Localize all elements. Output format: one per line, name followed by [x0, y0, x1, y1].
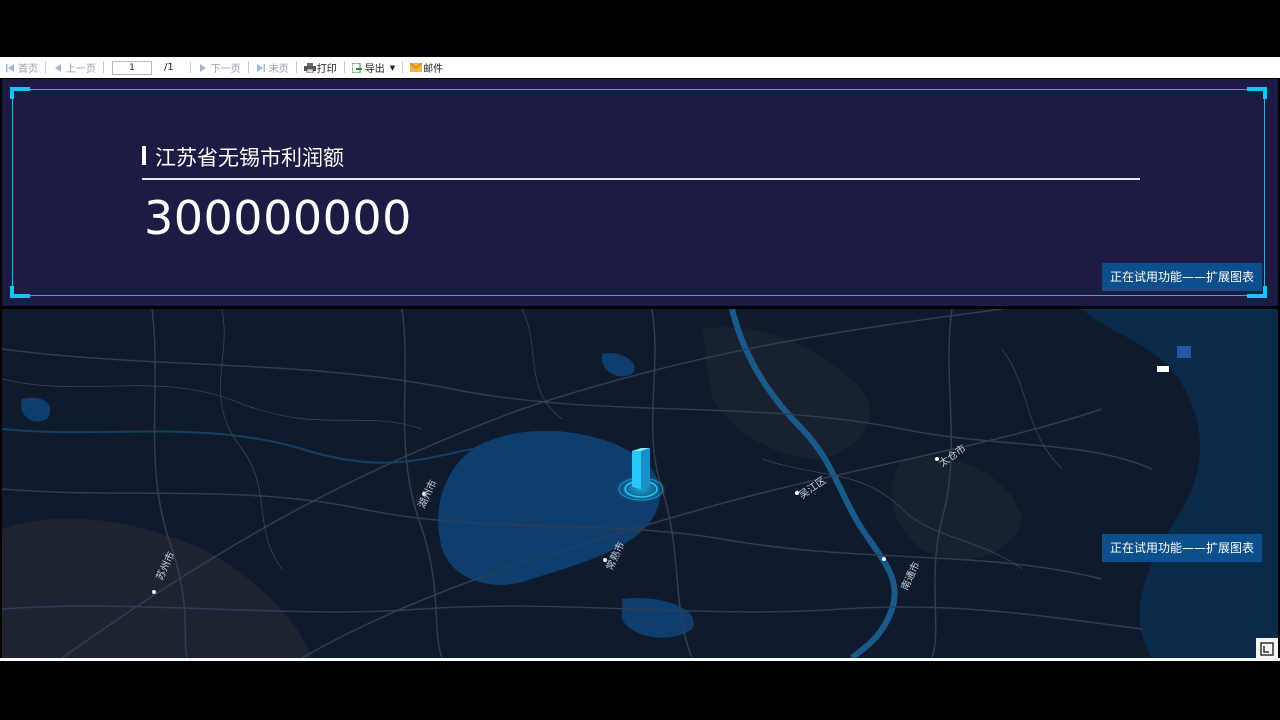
- lake-small: [601, 353, 635, 377]
- first-page-icon: [5, 63, 15, 73]
- toolbar-divider: [189, 62, 191, 73]
- next-page-icon: [198, 63, 208, 73]
- mail-button[interactable]: 邮件: [405, 57, 448, 78]
- page-number-input[interactable]: [112, 60, 152, 75]
- boundary: [1001, 348, 1063, 470]
- city-label: 南通市: [898, 560, 922, 593]
- kpi-title: 江苏省无锡市利润额: [155, 146, 344, 170]
- print-button[interactable]: 打印: [299, 57, 342, 78]
- frame-corner: [1247, 87, 1267, 99]
- printer-icon: [303, 62, 316, 73]
- last-page-label: 末页: [268, 64, 289, 75]
- toolbar-divider: [247, 62, 249, 73]
- next-page-label: 下一页: [210, 64, 241, 75]
- print-label: 打印: [316, 64, 337, 75]
- lake-small: [21, 397, 51, 422]
- trial-feature-badge[interactable]: 正在试用功能——扩展图表: [1101, 263, 1262, 291]
- logo-button[interactable]: [1256, 638, 1278, 660]
- city-label: 吴江区: [797, 474, 828, 501]
- trial-feature-badge-map[interactable]: 正在试用功能——扩展图表: [1101, 534, 1262, 562]
- profit-bar-front: [632, 451, 641, 489]
- last-page-icon: [256, 63, 266, 73]
- frame-corner: [10, 87, 30, 99]
- city-label: 湖州市: [415, 478, 439, 511]
- mail-icon: [409, 62, 423, 73]
- map-view[interactable]: 苏州市 湖州市 常熟市 南通市 吴江区 太仓市: [2, 309, 1278, 658]
- bottom-border: [0, 658, 1280, 661]
- map-canvas: 苏州市 湖州市 常熟市 南通市 吴江区 太仓市: [2, 309, 1278, 658]
- export-button[interactable]: 导出 ▼: [347, 57, 400, 78]
- prev-page-label: 上一页: [66, 64, 96, 75]
- first-page-label: 首页: [18, 64, 38, 75]
- map-marker: [1177, 346, 1191, 358]
- lake-small: [622, 598, 694, 638]
- title-accent-bar: [142, 146, 146, 165]
- kpi-panel: 江苏省无锡市利润额 300000000 正在试用功能——扩展图表: [2, 79, 1278, 306]
- city-dot: [882, 557, 886, 561]
- frame-corner: [10, 286, 30, 298]
- toolbar-divider: [45, 62, 46, 73]
- toolbar-divider: [402, 62, 404, 73]
- lake-taihu: [438, 430, 661, 585]
- title-divider: [142, 178, 1140, 180]
- mail-label: 邮件: [423, 64, 444, 75]
- city-dot: [603, 558, 607, 562]
- land-patch: [702, 327, 870, 459]
- profit-bar-side: [641, 448, 650, 489]
- map-marker: [1157, 366, 1169, 372]
- land-patch: [2, 518, 312, 658]
- city-dot: [152, 590, 156, 594]
- next-page-button[interactable]: 下一页: [193, 57, 246, 78]
- prev-page-button[interactable]: 上一页: [48, 57, 101, 78]
- page-total: /1: [164, 62, 174, 73]
- toolbar-divider: [295, 62, 297, 73]
- export-label: 导出: [364, 64, 385, 75]
- land-patch: [891, 457, 1022, 559]
- app-logo-icon: [1260, 642, 1274, 656]
- boundary: [2, 378, 423, 430]
- last-page-button[interactable]: 末页: [251, 57, 294, 78]
- kpi-value: 300000000: [144, 191, 412, 245]
- toolbar-divider: [103, 62, 104, 73]
- sea-area: [1082, 309, 1278, 658]
- boundary: [220, 309, 283, 570]
- chevron-down-icon: ▼: [389, 63, 396, 72]
- toolbar-divider: [343, 62, 345, 73]
- prev-page-icon: [53, 63, 63, 73]
- report-toolbar: 首页 上一页 /1 下一页 末页 打印 导出 ▼: [0, 57, 1280, 78]
- first-page-button[interactable]: 首页: [0, 57, 43, 78]
- export-icon: [351, 62, 364, 73]
